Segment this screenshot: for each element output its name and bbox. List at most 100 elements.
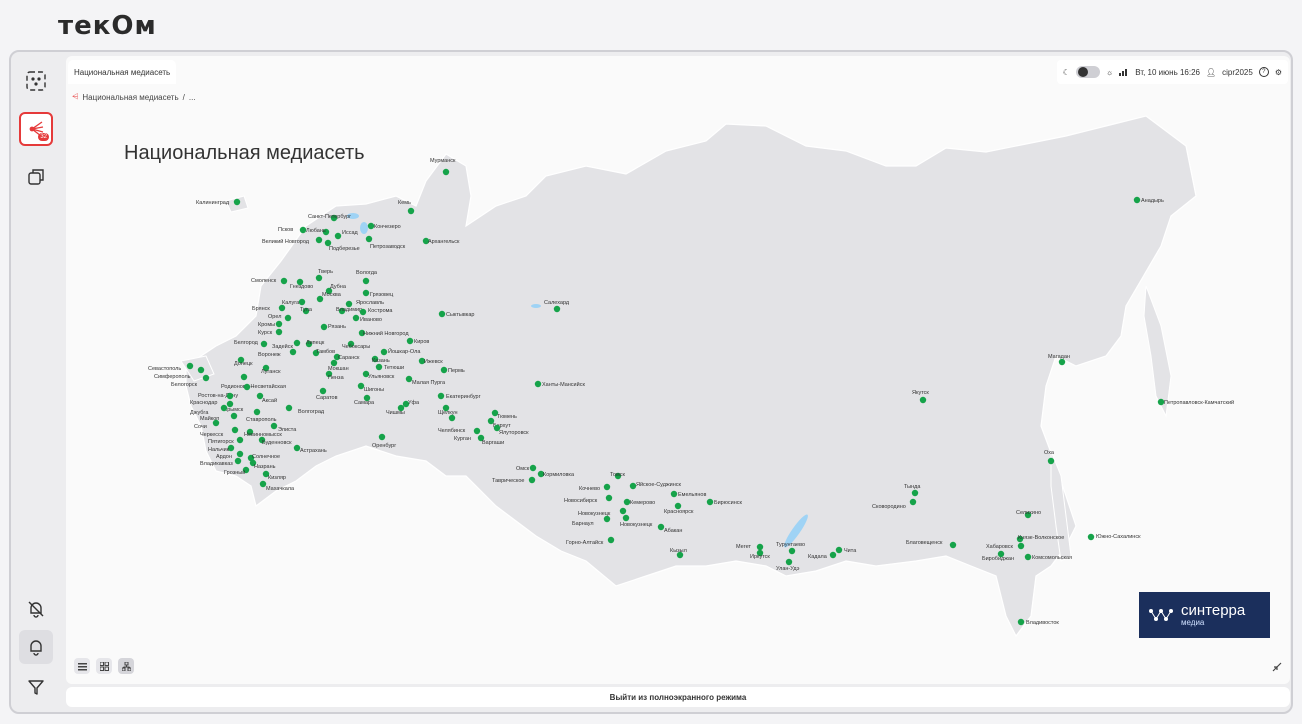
city-dot[interactable] [197,366,205,374]
city-marker[interactable]: Калуга [282,298,306,306]
city-dot[interactable] [275,320,283,328]
city-dot[interactable] [230,412,238,420]
windows-icon[interactable] [19,160,53,194]
city-dot[interactable] [359,308,367,316]
city-dot[interactable] [1024,553,1032,561]
city-dot[interactable] [202,374,210,382]
city-dot[interactable] [365,235,373,243]
city-dot[interactable] [440,366,448,374]
city-dot[interactable] [919,396,927,404]
city-dot[interactable] [603,483,611,491]
city-dot[interactable] [315,236,323,244]
grid-view-button[interactable] [96,658,112,674]
city-marker[interactable]: Псков [278,226,307,234]
exit-fullscreen-button[interactable]: Выйти из полноэкранного режима [66,687,1290,707]
city-dot[interactable] [231,426,239,434]
city-dot[interactable] [285,404,293,412]
city-marker[interactable]: Рязань [320,323,346,331]
tree-view-button[interactable] [118,658,134,674]
city-dot[interactable] [603,515,611,523]
city-marker[interactable]: Архангельск [422,237,460,245]
city-marker[interactable]: Южно-Сахалинск [1087,533,1141,541]
city-dot[interactable] [670,490,678,498]
city-dot[interactable] [243,383,251,391]
city-dot[interactable] [442,168,450,176]
list-view-button[interactable] [74,658,90,674]
collapse-icon[interactable] [1270,660,1284,674]
city-dot[interactable] [911,489,919,497]
city-dot[interactable] [236,436,244,444]
city-dot[interactable] [622,514,630,522]
city-dot[interactable] [1017,618,1025,626]
city-marker[interactable]: Ханты-Мансийск [534,380,586,388]
city-dot[interactable] [186,362,194,370]
city-dot[interactable] [233,198,241,206]
city-dot[interactable] [534,380,542,388]
city-dot[interactable] [315,274,323,282]
city-dot[interactable] [619,507,627,515]
city-dot[interactable] [406,337,414,345]
help-icon[interactable]: ? [1258,67,1269,77]
bell-off-icon[interactable] [19,592,53,626]
city-dot[interactable] [378,433,386,441]
city-dot[interactable] [253,408,261,416]
city-marker[interactable]: Омск [516,464,537,472]
city-dot[interactable] [829,551,837,559]
city-marker[interactable]: Кромы [258,320,283,328]
city-dot[interactable] [437,392,445,400]
city-dot[interactable] [706,498,714,506]
city-dot[interactable] [607,536,615,544]
city-dot[interactable] [553,305,561,313]
city-dot[interactable] [1017,542,1025,550]
city-dot[interactable] [473,427,481,435]
city-dot[interactable] [284,314,292,322]
city-dot[interactable] [212,419,220,427]
city-dot[interactable] [756,543,764,551]
city-marker[interactable]: Чита [835,546,857,554]
city-marker[interactable]: Петропавловск-Камчатский [1157,398,1234,406]
city-dot[interactable] [785,558,793,566]
city-dot[interactable] [334,232,342,240]
overview-icon[interactable] [19,64,53,98]
city-marker[interactable]: Киров [406,337,430,345]
city-dot[interactable] [352,314,360,322]
city-marker[interactable]: Мегет [736,543,764,551]
city-dot[interactable] [788,547,796,555]
city-dot[interactable] [270,422,278,430]
city-dot[interactable] [949,541,957,549]
city-dot[interactable] [220,404,228,412]
city-dot[interactable] [319,387,327,395]
city-dot[interactable] [1047,457,1055,465]
city-dot[interactable] [240,373,248,381]
breadcrumb-item[interactable]: Национальная медиасеть [82,93,178,102]
filter-icon[interactable] [19,670,53,704]
city-dot[interactable] [1087,533,1095,541]
city-dot[interactable] [529,464,537,472]
city-marker[interactable]: Пермь [440,366,465,374]
city-marker[interactable]: Комсомольская [1024,553,1072,561]
city-dot[interactable] [236,450,244,458]
city-dot[interactable] [375,363,383,371]
settings-icon[interactable]: ⚙ [1275,68,1282,77]
media-network-icon[interactable]: 32 [19,112,53,146]
city-dot[interactable] [226,392,234,400]
theme-toggle[interactable] [1075,66,1100,78]
city-marker[interactable]: Кормиловка [537,470,575,478]
city-dot[interactable] [407,207,415,215]
city-dot[interactable] [605,494,613,502]
city-dot[interactable] [260,340,268,348]
city-dot[interactable] [275,328,283,336]
city-dot[interactable] [1133,196,1141,204]
city-marker[interactable]: Тетюши [375,363,404,371]
city-dot[interactable] [280,277,288,285]
city-dot[interactable] [362,277,370,285]
city-dot[interactable] [298,298,306,306]
city-marker[interactable]: Саранск [333,353,360,361]
city-dot[interactable] [289,348,297,356]
city-dot[interactable] [528,476,536,484]
city-dot[interactable] [320,323,328,331]
city-dot[interactable] [909,498,917,506]
bell-icon[interactable] [19,630,53,664]
city-marker[interactable]: Нижний Новгород [358,329,410,337]
city-dot[interactable] [835,546,843,554]
